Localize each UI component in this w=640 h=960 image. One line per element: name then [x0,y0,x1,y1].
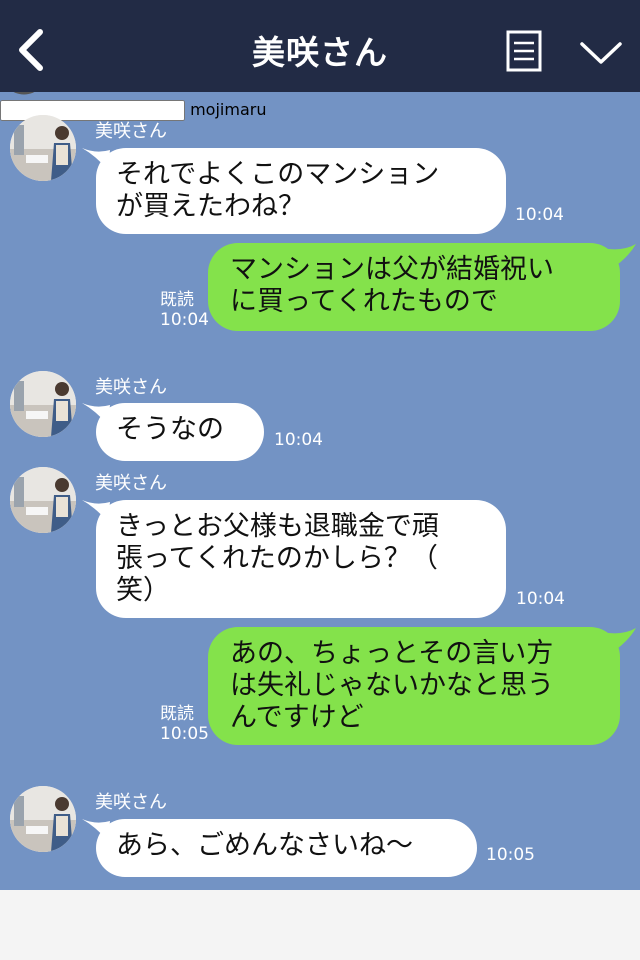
sender-name: 美咲さん [95,792,167,813]
chat-header: 美咲さん [0,0,640,92]
note-list-icon [506,30,542,72]
message-time: 10:05 [486,845,535,865]
chat-area[interactable]: 美咲さん それでよくこのマンション が買えたわね？ 10:04 既読 10:04… [0,92,640,890]
avatar-photo-icon [10,467,76,533]
expand-button[interactable] [578,38,624,68]
chat-title: 美咲さん [252,33,388,72]
message-time: 10:04 [160,310,209,330]
sender-name: 美咲さん [95,121,167,142]
message-bubble[interactable]: それでよくこのマンション が買えたわね？ [96,148,506,234]
message-bubble[interactable]: あら、ごめんなさいね～ [96,819,477,877]
chevron-down-icon [580,42,622,64]
read-receipt: 既読 [160,704,194,724]
message-time: 10:04 [516,589,565,609]
sender-name: 美咲さん [95,377,167,398]
message-bubble[interactable]: きっとお父様も退職金で頑 張ってくれたのかしら？（ 笑） [96,500,506,618]
message-time: 10:04 [515,205,564,225]
avatar[interactable] [10,786,76,852]
avatar-photo-icon [10,115,76,181]
message-time: 10:05 [160,724,209,744]
avatar[interactable] [10,371,76,437]
menu-button[interactable] [506,30,542,72]
avatar-photo-icon [10,786,76,852]
avatar[interactable] [10,467,76,533]
read-receipt: 既読 [160,290,194,310]
message-bubble[interactable]: マンションは父が結婚祝い に買ってくれたもので [208,243,620,331]
avatar[interactable] [10,115,76,181]
message-bubble[interactable]: そうなの [96,403,264,461]
input-bar [0,890,640,960]
sender-name: 美咲さん [95,473,167,494]
avatar-photo-icon [10,371,76,437]
message-time: 10:04 [274,430,323,450]
message-bubble[interactable]: あの、ちょっとその言い方 は失礼じゃないかなと思う んですけど [208,627,620,745]
